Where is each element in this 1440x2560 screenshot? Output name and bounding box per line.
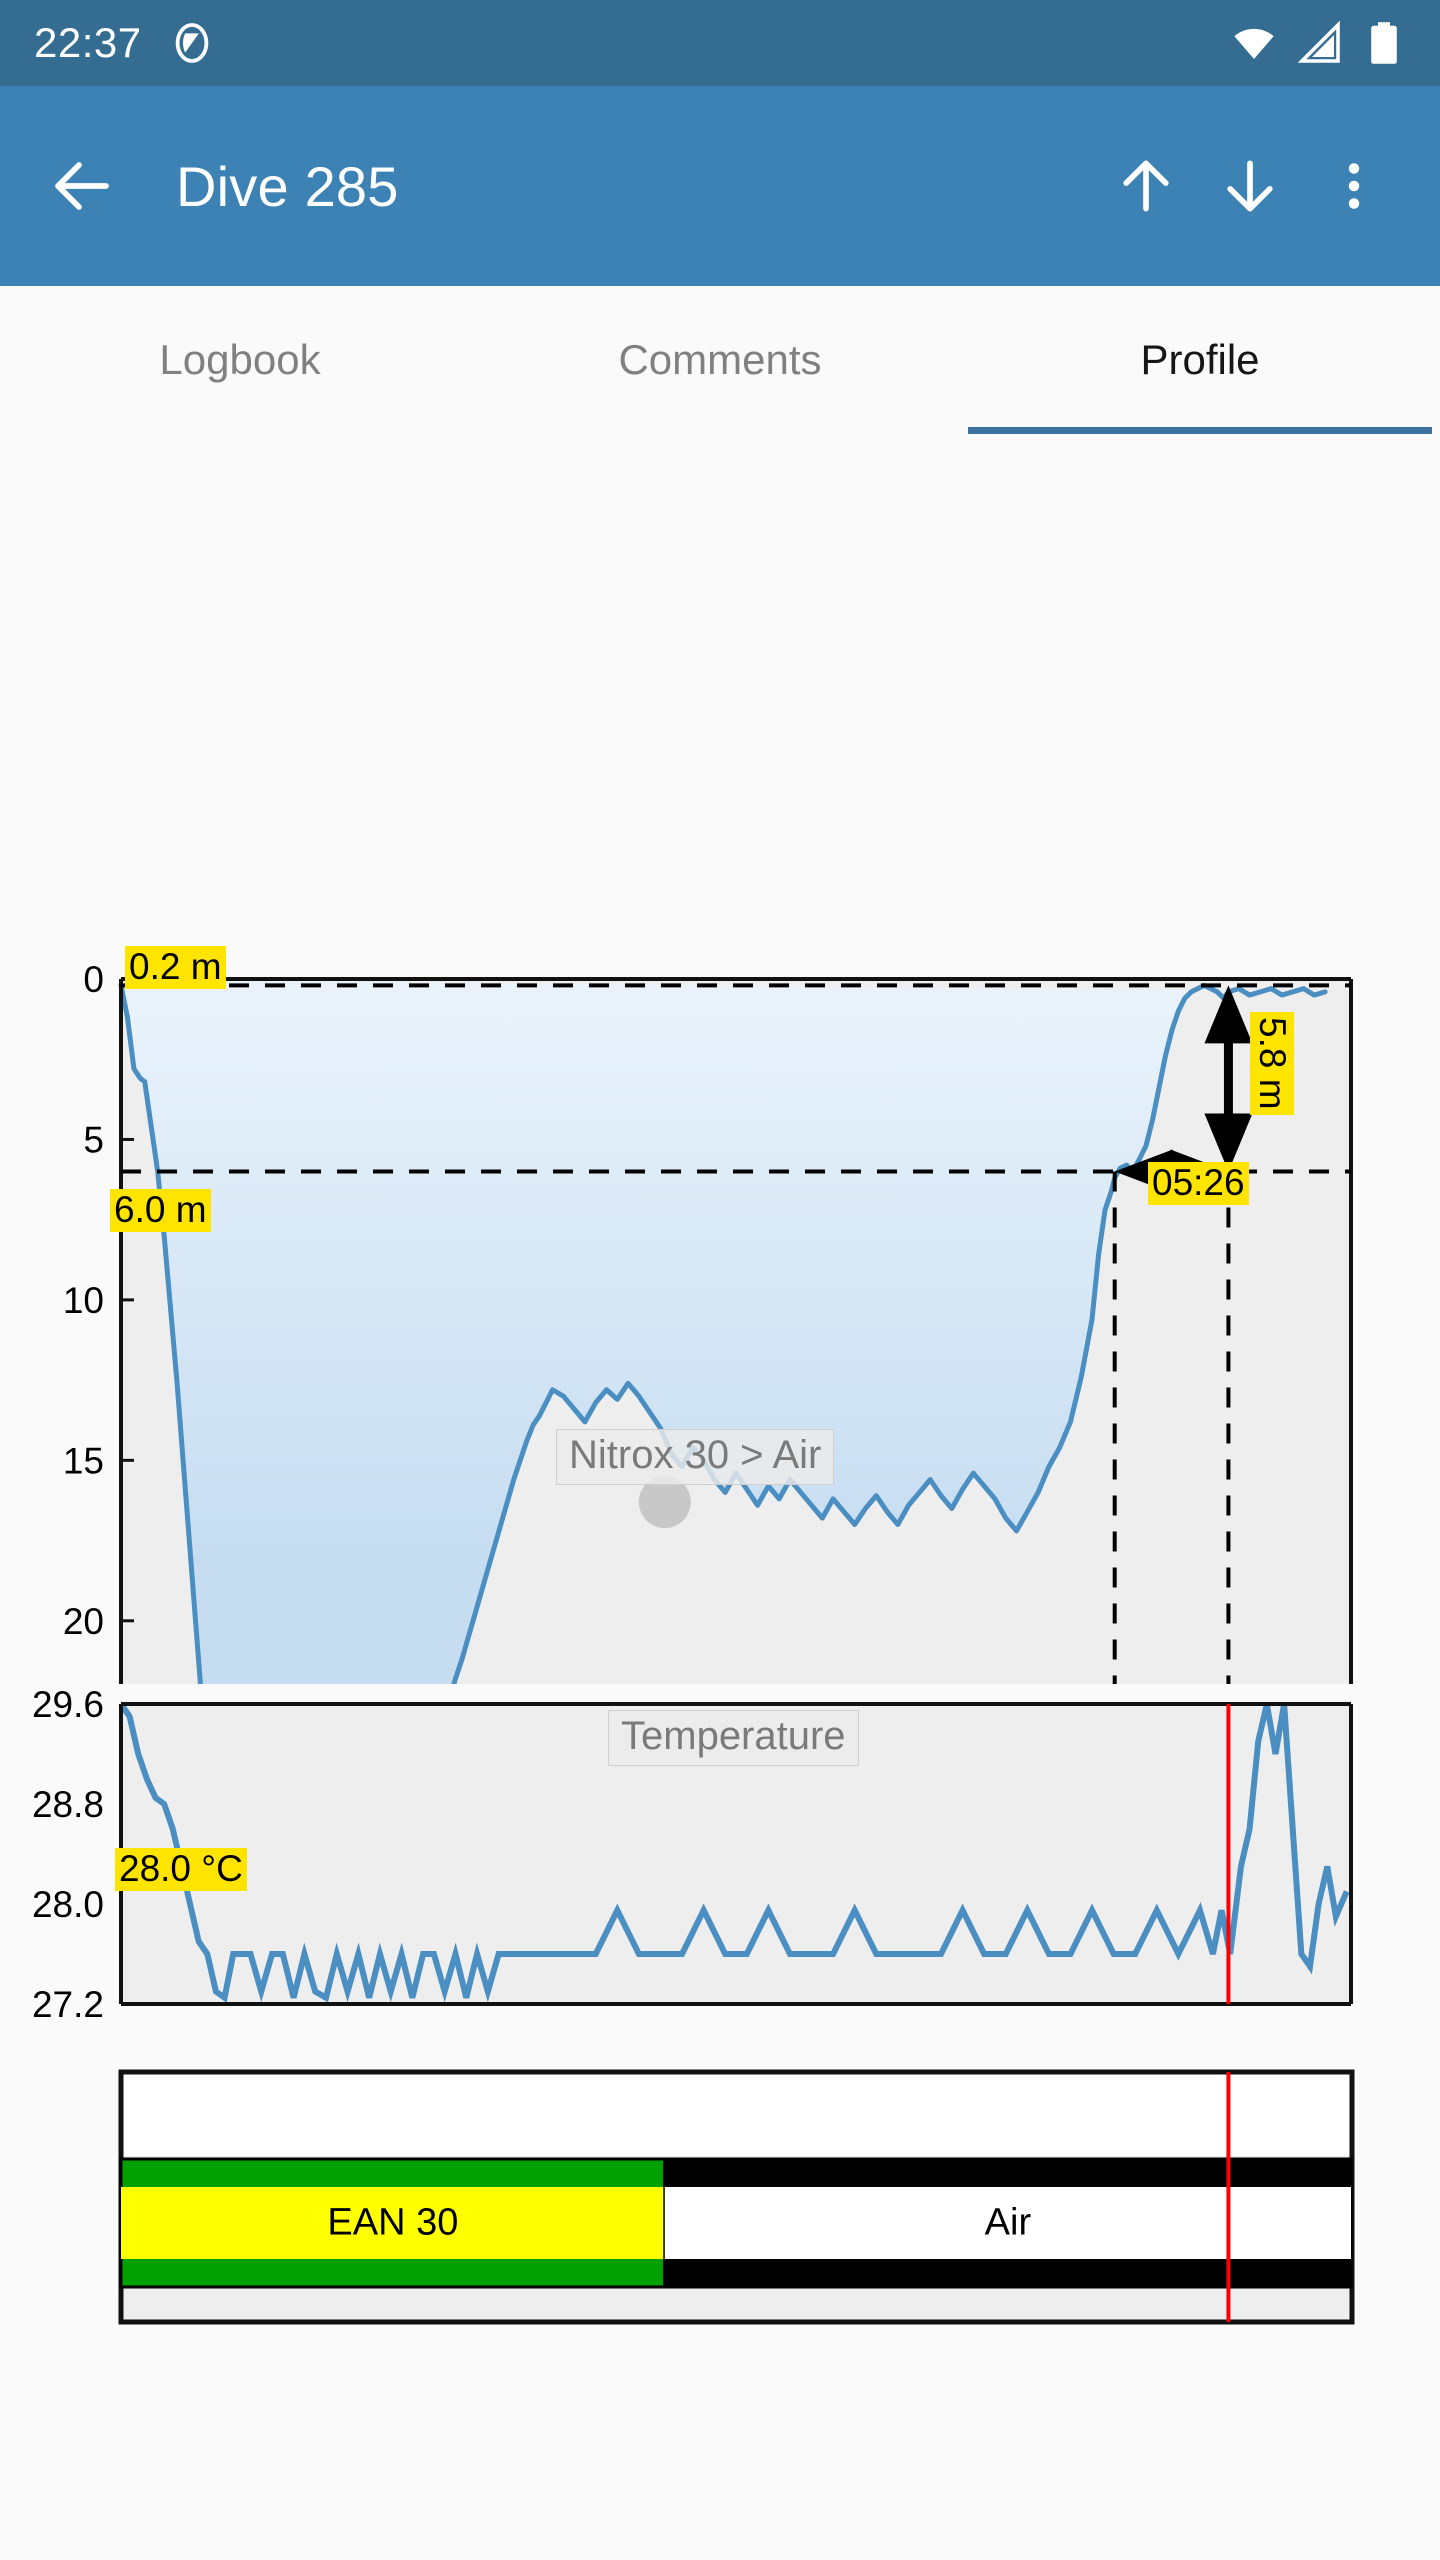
svg-text:28.8: 28.8 xyxy=(32,1784,104,1825)
app-bar: Dive 285 xyxy=(0,86,1440,286)
svg-text:0: 0 xyxy=(83,959,104,1000)
svg-text:10: 10 xyxy=(63,1280,104,1321)
back-button[interactable] xyxy=(34,138,130,234)
overflow-menu-button[interactable] xyxy=(1302,134,1406,238)
svg-text:20: 20 xyxy=(63,1601,104,1642)
tab-bar: Logbook Comments Profile xyxy=(0,286,1440,434)
gas-switch-note: Nitrox 30 > Air xyxy=(556,1429,835,1485)
previous-dive-button[interactable] xyxy=(1094,134,1198,238)
tab-logbook[interactable]: Logbook xyxy=(0,286,480,434)
tab-profile-label: Profile xyxy=(1140,336,1260,383)
arrow-down-icon xyxy=(1227,160,1273,212)
depth-profile-chart[interactable]: 0510152025300'5'10'15'20'25'30'35'40'45'… xyxy=(0,434,1440,2180)
back-arrow-icon xyxy=(55,162,109,210)
status-bar: 22:37 xyxy=(0,0,1440,86)
depth-profile-svg: 0510152025300'5'10'15'20'25'30'35'40'45'… xyxy=(63,959,1353,1684)
temperature-title: Temperature xyxy=(608,1710,859,1766)
ascent-height-label: 5.8 m xyxy=(1250,1012,1295,1115)
arrow-up-icon xyxy=(1123,160,1169,212)
status-clock: 22:37 xyxy=(34,19,142,66)
gas-timeline-svg xyxy=(118,2069,1355,2325)
ascent-duration-label: 05:26 xyxy=(1148,1162,1249,1206)
gas-segment-label: EAN 30 xyxy=(327,2201,459,2244)
svg-text:27.2: 27.2 xyxy=(32,1984,104,2025)
gas-timeline-chart[interactable]: EAN 30 Air xyxy=(0,2054,1440,2354)
overflow-menu-icon xyxy=(1348,163,1360,209)
depth-stop-label: 6.0 m xyxy=(110,1189,211,1233)
signal-icon xyxy=(1297,20,1340,63)
battery-icon xyxy=(1371,22,1397,64)
profile-content: 0510152025300'5'10'15'20'25'30'35'40'45'… xyxy=(0,434,1440,2354)
next-dive-button[interactable] xyxy=(1198,134,1302,238)
status-notification-icons xyxy=(168,19,216,67)
svg-text:29.6: 29.6 xyxy=(32,1684,104,1725)
tab-comments-label: Comments xyxy=(618,336,822,383)
tab-logbook-label: Logbook xyxy=(159,336,321,383)
tab-comments[interactable]: Comments xyxy=(480,286,960,434)
tab-profile[interactable]: Profile xyxy=(960,286,1440,434)
gas-segment-label: Air xyxy=(984,2201,1032,2244)
svg-text:5: 5 xyxy=(83,1119,104,1160)
location-icon xyxy=(175,23,208,63)
status-system-icons xyxy=(1230,19,1406,67)
depth-top-label: 0.2 m xyxy=(125,946,226,990)
temperature-value-label: 28.0 °C xyxy=(115,1848,247,1892)
wifi-icon xyxy=(1234,28,1274,59)
temperature-chart[interactable]: 29.6 28.8 28.0 27.2 Temperature 28.0 °C xyxy=(0,1684,1440,2054)
svg-text:28.0: 28.0 xyxy=(32,1884,104,1925)
svg-text:15: 15 xyxy=(63,1440,104,1481)
page-title: Dive 285 xyxy=(176,154,399,218)
